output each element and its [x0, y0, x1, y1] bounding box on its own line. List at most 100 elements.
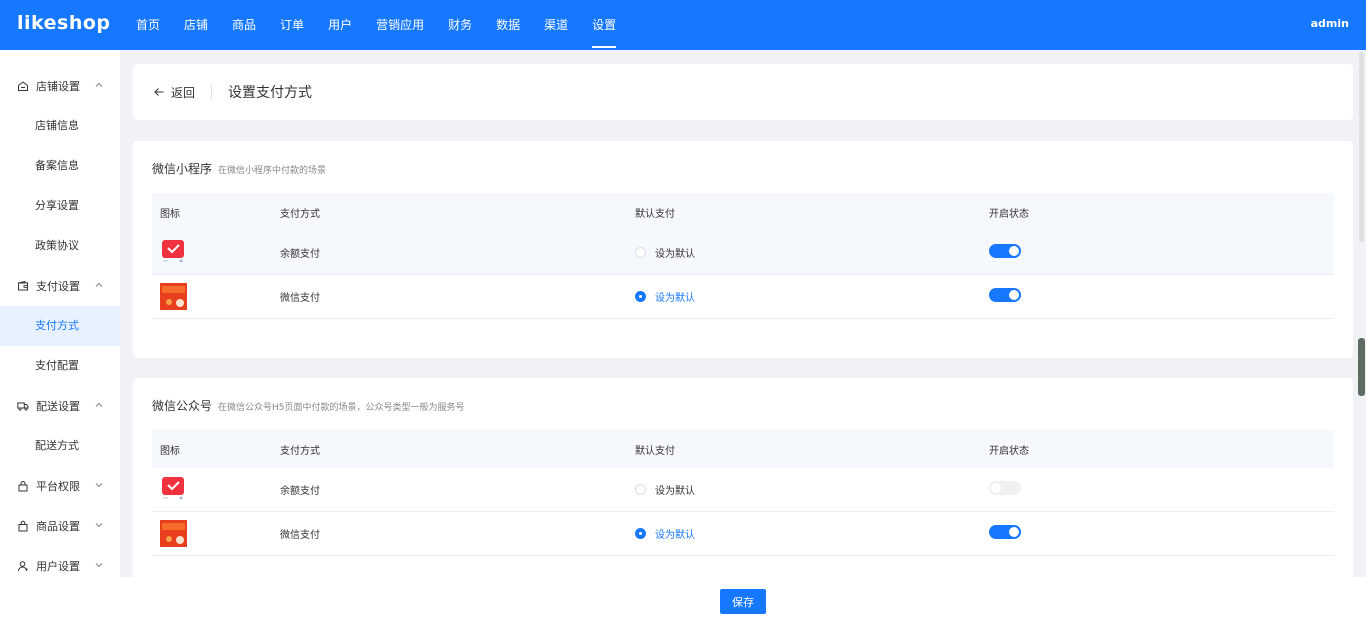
table-row: 微信支付 设为默认 — [152, 275, 1334, 319]
top-navbar: likeshop 首页 店铺 商品 订单 用户 营销应用 财务 数据 渠道 设置… — [0, 0, 1366, 50]
sidebar-item-payment-config[interactable]: 支付配置 — [0, 346, 120, 386]
radio-button[interactable] — [635, 291, 646, 302]
wallet-icon — [17, 280, 29, 292]
table-row: 微信支付 设为默认 — [152, 512, 1334, 556]
scrollbar-track — [1359, 52, 1364, 242]
column-header-status: 开启状态 — [989, 445, 1029, 457]
footer-bar: 保存 — [0, 577, 1366, 625]
table-header: 图标 支付方式 默认支付 开启状态 — [152, 430, 1334, 468]
enable-switch[interactable] — [989, 288, 1021, 302]
section-mini-program: 微信小程序 在微信小程序中付款的场景 图标 支付方式 默认支付 开启状态 余额支付… — [133, 141, 1353, 358]
sidebar-group-label: 商品设置 — [36, 520, 80, 533]
nav-item-users[interactable]: 用户 — [316, 0, 364, 50]
divider — [211, 85, 213, 99]
nav-item-goods[interactable]: 商品 — [220, 0, 268, 50]
sidebar-group-goods-settings[interactable]: 商品设置 — [0, 506, 120, 546]
enable-switch[interactable] — [989, 481, 1021, 495]
page-header: 返回 设置支付方式 — [133, 64, 1353, 120]
chevron-up-icon — [95, 402, 103, 407]
status-cell — [981, 481, 1334, 498]
sidebar-group-delivery-settings[interactable]: 配送设置 — [0, 386, 120, 426]
sidebar-group-payment-settings[interactable]: 支付设置 — [0, 266, 120, 306]
chevron-down-icon — [95, 483, 103, 488]
radio-label[interactable]: 设为默认 — [655, 289, 695, 304]
arrow-left-icon — [154, 88, 164, 96]
payment-table: 图标 支付方式 默认支付 开启状态 余额支付 设为默认 微信支付 设为默认 — [152, 430, 1334, 556]
sidebar-group-label: 用户设置 — [36, 560, 80, 573]
payment-icon-cell — [152, 239, 272, 266]
radio-label[interactable]: 设为默认 — [655, 526, 695, 541]
save-button[interactable]: 保存 — [720, 589, 766, 614]
enable-switch[interactable] — [989, 525, 1021, 539]
payment-icon-cell — [152, 283, 272, 310]
nav-item-data[interactable]: 数据 — [484, 0, 532, 50]
column-header-status: 开启状态 — [989, 208, 1029, 220]
sidebar-group-shop-settings[interactable]: 店铺设置 — [0, 66, 120, 106]
nav-item-orders[interactable]: 订单 — [268, 0, 316, 50]
enable-switch[interactable] — [989, 244, 1021, 258]
default-radio[interactable]: 设为默认 — [627, 289, 981, 304]
section-title: 微信公众号 在微信公众号H5页面中付款的场景，公众号类型一般为服务号 — [152, 397, 465, 414]
page-scrollbar[interactable] — [1358, 52, 1365, 577]
sidebar-group-label: 店铺设置 — [36, 80, 80, 93]
section-official-account: 微信公众号 在微信公众号H5页面中付款的场景，公众号类型一般为服务号 图标 支付方… — [133, 378, 1353, 588]
sidebar-group-label: 支付设置 — [36, 280, 80, 293]
default-radio[interactable]: 设为默认 — [627, 482, 981, 497]
section-title-text: 微信公众号 — [152, 399, 213, 413]
sidebar-group-user-settings[interactable]: 用户设置 — [0, 546, 120, 577]
payment-table: 图标 支付方式 默认支付 开启状态 余额支付 设为默认 微信支付 设为默认 — [152, 193, 1334, 319]
bag-icon — [17, 520, 29, 532]
column-header-icon: 图标 — [160, 208, 180, 220]
nav-item-finance[interactable]: 财务 — [436, 0, 484, 50]
payment-icon-cell — [152, 520, 272, 547]
status-cell — [981, 288, 1334, 305]
payment-method-name: 余额支付 — [280, 486, 320, 497]
sidebar-item-delivery-methods[interactable]: 配送方式 — [0, 426, 120, 466]
table-header: 图标 支付方式 默认支付 开启状态 — [152, 193, 1334, 231]
balance-pay-icon — [162, 477, 184, 500]
truck-icon — [17, 400, 29, 412]
default-radio[interactable]: 设为默认 — [627, 245, 981, 260]
lock-icon — [17, 480, 29, 492]
sidebar-group-platform-permissions[interactable]: 平台权限 — [0, 466, 120, 506]
scrollbar-thumb[interactable] — [1358, 338, 1365, 396]
logo[interactable]: likeshop — [17, 12, 111, 34]
balance-pay-icon — [162, 240, 184, 263]
section-subtitle: 在微信小程序中付款的场景 — [218, 166, 327, 176]
status-cell — [981, 525, 1334, 542]
main-nav: 首页 店铺 商品 订单 用户 营销应用 财务 数据 渠道 设置 — [124, 0, 628, 50]
page-title: 设置支付方式 — [228, 85, 313, 101]
chevron-up-icon — [95, 82, 103, 87]
sidebar-item-shop-info[interactable]: 店铺信息 — [0, 106, 120, 146]
wechat-pay-icon — [160, 283, 187, 310]
sidebar-item-share-settings[interactable]: 分享设置 — [0, 186, 120, 226]
nav-item-marketing[interactable]: 营销应用 — [364, 0, 436, 50]
nav-item-channel[interactable]: 渠道 — [532, 0, 580, 50]
back-button[interactable]: 返回 — [153, 84, 195, 101]
sidebar-item-payment-methods[interactable]: 支付方式 — [0, 306, 120, 346]
nav-item-settings[interactable]: 设置 — [580, 0, 628, 50]
sidebar-item-policy[interactable]: 政策协议 — [0, 226, 120, 266]
radio-button[interactable] — [635, 247, 646, 258]
column-header-default: 默认支付 — [635, 208, 675, 220]
column-header-default: 默认支付 — [635, 445, 675, 457]
sidebar-group-label: 平台权限 — [36, 480, 80, 493]
nav-item-shop[interactable]: 店铺 — [172, 0, 220, 50]
nav-item-home[interactable]: 首页 — [124, 0, 172, 50]
user-icon — [17, 560, 29, 572]
radio-button[interactable] — [635, 484, 646, 495]
payment-method-name: 微信支付 — [280, 293, 320, 304]
user-menu[interactable]: admin — [1311, 17, 1349, 30]
chevron-down-icon — [95, 523, 103, 528]
sidebar-item-filing-info[interactable]: 备案信息 — [0, 146, 120, 186]
chevron-up-icon — [95, 282, 103, 287]
radio-button[interactable] — [635, 528, 646, 539]
payment-icon-cell — [152, 476, 272, 503]
wechat-pay-icon — [160, 520, 187, 547]
radio-label[interactable]: 设为默认 — [655, 482, 695, 497]
table-row: 余额支付 设为默认 — [152, 231, 1334, 275]
radio-label[interactable]: 设为默认 — [655, 245, 695, 260]
default-radio[interactable]: 设为默认 — [627, 526, 981, 541]
column-header-method: 支付方式 — [280, 208, 320, 220]
sidebar: 店铺设置 店铺信息 备案信息 分享设置 政策协议 支付设置 支付方式 支付配置 … — [0, 50, 120, 577]
